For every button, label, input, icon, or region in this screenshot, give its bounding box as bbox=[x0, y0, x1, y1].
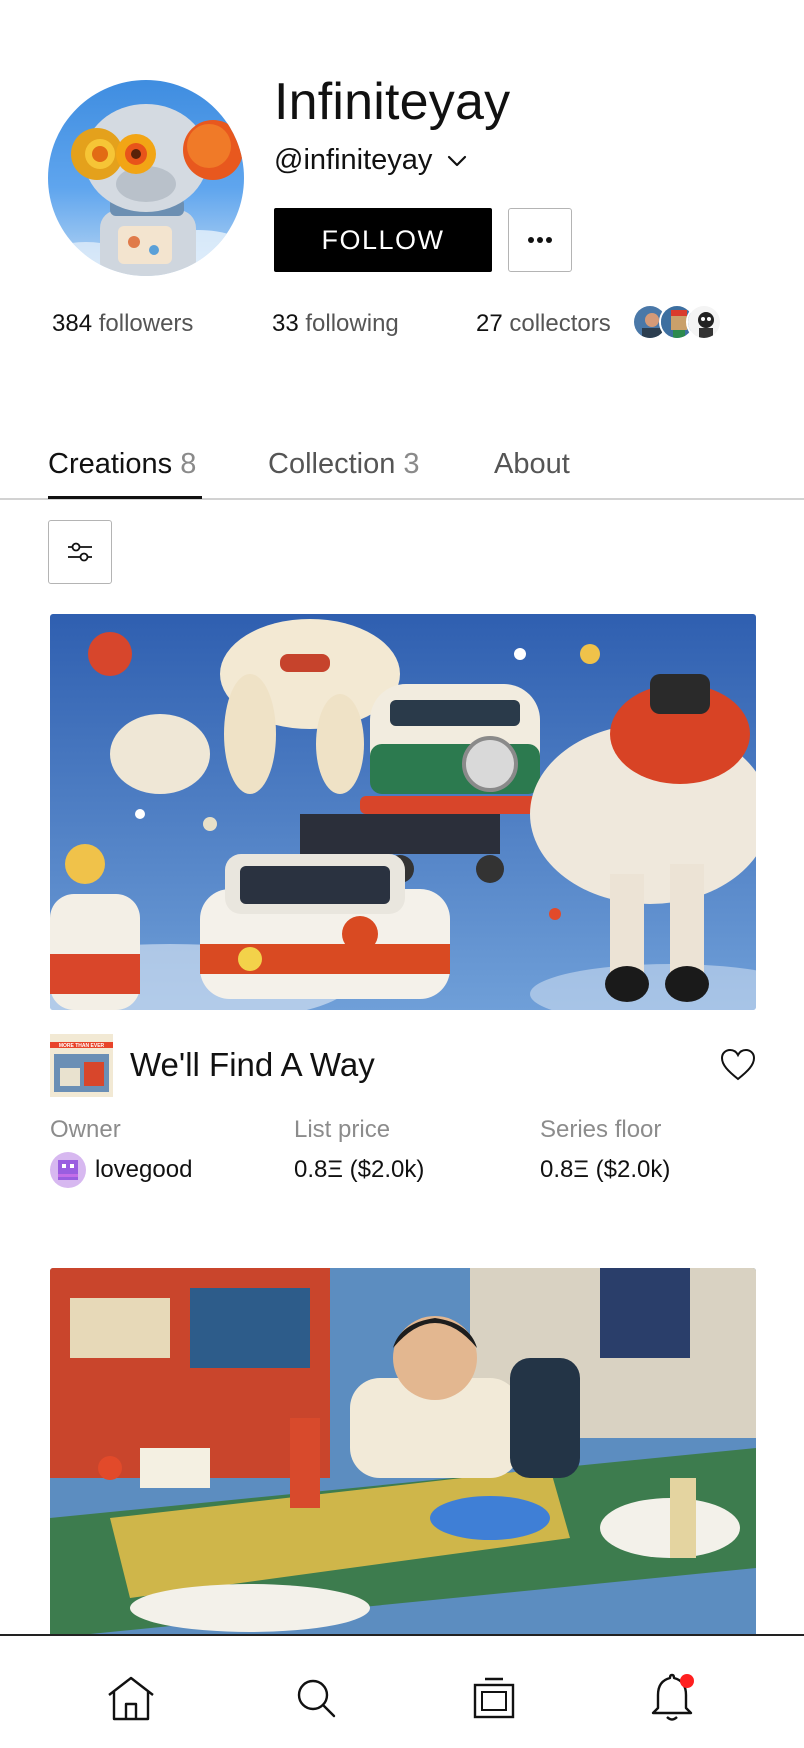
chevron-down-icon bbox=[448, 155, 467, 166]
gallery-icon bbox=[473, 1677, 515, 1719]
followers-label: followers bbox=[98, 310, 194, 337]
owner-label: Owner bbox=[50, 1116, 121, 1143]
home-icon bbox=[108, 1676, 154, 1721]
tab-about-label: About bbox=[494, 448, 570, 480]
profile-avatar bbox=[48, 80, 244, 276]
thumb-text: MORE THAN EVER bbox=[59, 1043, 105, 1049]
series-floor-label: Series floor bbox=[540, 1116, 662, 1143]
bell-icon bbox=[651, 1673, 694, 1721]
tab-about[interactable]: About bbox=[494, 448, 570, 500]
profile-display-name: Infiniteyay bbox=[274, 73, 511, 131]
bottom-navigation bbox=[0, 1634, 804, 1748]
collectors-count: 27 bbox=[476, 310, 503, 337]
tab-collection[interactable]: Collection 3 bbox=[268, 448, 420, 500]
artwork-image[interactable] bbox=[50, 614, 756, 1010]
artwork-image[interactable] bbox=[50, 1268, 756, 1638]
series-floor-value: 0.8Ξ ($2.0k) bbox=[540, 1156, 671, 1183]
artwork-city-model-illustration bbox=[50, 1268, 756, 1638]
artwork-parade-illustration bbox=[50, 614, 756, 1010]
tab-creations-count: 8 bbox=[180, 448, 197, 480]
robot-figure-avatar-image bbox=[48, 104, 244, 276]
collector-avatars[interactable] bbox=[632, 304, 722, 340]
nav-search[interactable] bbox=[288, 1670, 344, 1726]
artwork-title[interactable]: We'll Find A Way bbox=[130, 1046, 375, 1084]
search-icon bbox=[297, 1679, 336, 1718]
profile-handle: @infiniteyay bbox=[274, 144, 433, 176]
owner-link[interactable]: lovegood bbox=[50, 1152, 192, 1188]
notification-dot bbox=[680, 1674, 694, 1688]
following-count: 33 bbox=[272, 310, 299, 337]
tab-collection-label: Collection bbox=[268, 448, 396, 480]
tab-creations[interactable]: Creations 8 bbox=[48, 448, 196, 500]
followers-stat[interactable]: 384 followers bbox=[52, 310, 193, 338]
artwork-series-thumbnail[interactable]: MORE THAN EVER bbox=[50, 1034, 113, 1097]
following-label: following bbox=[305, 310, 399, 337]
collectors-label: collectors bbox=[509, 310, 611, 337]
tab-collection-count: 3 bbox=[403, 448, 420, 480]
owner-name: lovegood bbox=[95, 1156, 193, 1183]
collector-avatar bbox=[686, 304, 722, 340]
nav-home[interactable] bbox=[103, 1670, 159, 1726]
filter-button[interactable] bbox=[48, 520, 112, 584]
filter-sliders-icon bbox=[68, 542, 92, 562]
tab-creations-label: Creations bbox=[48, 448, 173, 480]
follow-button[interactable]: FOLLOW bbox=[274, 208, 492, 272]
nav-notifications[interactable] bbox=[644, 1670, 700, 1726]
following-stat[interactable]: 33 following bbox=[272, 310, 399, 338]
handle-dropdown[interactable]: @infiniteyay bbox=[274, 144, 468, 177]
followers-count: 384 bbox=[52, 310, 93, 337]
list-price-label: List price bbox=[294, 1116, 391, 1143]
heart-icon[interactable] bbox=[720, 1048, 756, 1082]
collectors-stat[interactable]: 27 collectors bbox=[476, 310, 611, 338]
owner-avatar bbox=[50, 1152, 86, 1188]
ellipsis-icon bbox=[528, 237, 552, 243]
list-price-value: 0.8Ξ ($2.0k) bbox=[294, 1156, 425, 1183]
active-tab-indicator bbox=[48, 496, 202, 499]
more-options-button[interactable] bbox=[508, 208, 572, 272]
profile-stats: 384 followers 33 following 27 collectors bbox=[52, 304, 772, 350]
nav-gallery[interactable] bbox=[466, 1670, 522, 1726]
